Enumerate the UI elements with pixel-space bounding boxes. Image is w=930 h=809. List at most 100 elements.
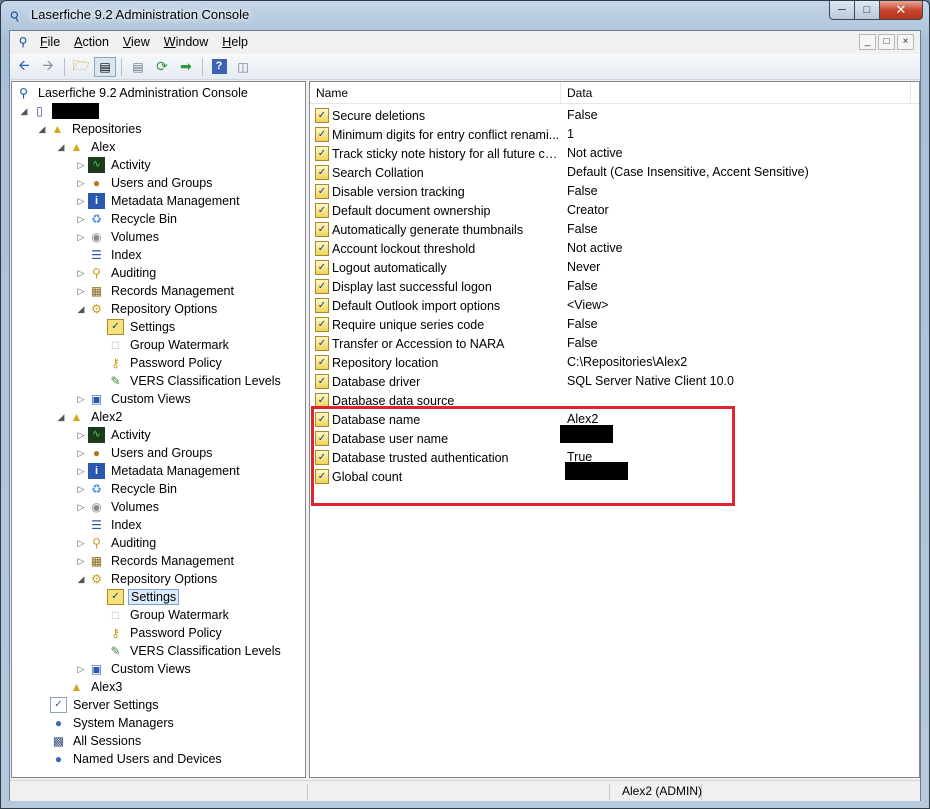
tree-item-auditing[interactable]: ▷ ⚲ Auditing: [74, 534, 158, 552]
expand-arrow-icon[interactable]: ▷: [74, 214, 88, 225]
tree-item-group-watermark[interactable]: □ Group Watermark: [107, 606, 231, 624]
expand-arrow-icon[interactable]: ▷: [74, 466, 88, 477]
tree-item-records[interactable]: ▷ ▦ Records Management: [74, 282, 236, 300]
refresh-button[interactable]: ⟳: [151, 57, 173, 77]
expand-arrow-icon[interactable]: ▷: [74, 232, 88, 243]
collapse-arrow-icon[interactable]: ◢: [54, 142, 68, 153]
tree-item-custom-views[interactable]: ▷ ▣ Custom Views: [74, 390, 193, 408]
menu-help[interactable]: Help: [215, 35, 255, 49]
tree-item-activity[interactable]: ▷ ∿ Activity: [74, 156, 153, 174]
tree-item-volumes[interactable]: ▷ ◉ Volumes: [74, 498, 161, 516]
help-button[interactable]: ?: [208, 57, 230, 77]
table-row[interactable]: ✓ Default Outlook import options <View>: [310, 296, 919, 315]
expand-arrow-icon[interactable]: ▷: [74, 196, 88, 207]
table-row[interactable]: ✓ Display last successful logon False: [310, 277, 919, 296]
maximize-button[interactable]: □: [855, 1, 880, 20]
column-header-data[interactable]: Data: [561, 82, 911, 104]
tree-server[interactable]: ◢ ▯: [17, 102, 99, 120]
collapse-arrow-icon[interactable]: ◢: [74, 304, 88, 315]
tree-all-sessions[interactable]: ▩ All Sessions: [50, 732, 143, 750]
mdi-restore-button[interactable]: □: [878, 34, 895, 50]
tree-item-custom-views[interactable]: ▷ ▣ Custom Views: [74, 660, 193, 678]
tree-item-index[interactable]: ☰ Index: [74, 516, 144, 534]
tree-item-recycle-bin[interactable]: ▷ ♻ Recycle Bin: [74, 210, 179, 228]
table-row[interactable]: ✓ Default document ownership Creator: [310, 201, 919, 220]
expand-arrow-icon[interactable]: ▷: [74, 664, 88, 675]
tree-item-password-policy[interactable]: ⚷ Password Policy: [107, 354, 224, 372]
console-tree[interactable]: ⚲ Laserfiche 9.2 Administration Console …: [11, 81, 306, 778]
tree-repositories[interactable]: ◢ ▲ Repositories: [35, 120, 143, 138]
expand-arrow-icon[interactable]: ▷: [74, 484, 88, 495]
table-row[interactable]: ✓ Repository location C:\Repositories\Alex…: [310, 353, 919, 372]
tree-item-vers[interactable]: ✎ VERS Classification Levels: [107, 642, 283, 660]
close-button[interactable]: ✕: [880, 1, 923, 20]
tree-repo-alex3[interactable]: ▲ Alex3: [68, 678, 124, 696]
expand-arrow-icon[interactable]: ▷: [74, 268, 88, 279]
minimize-button[interactable]: ─: [829, 1, 855, 20]
table-row[interactable]: ✓ Track sticky note history for all futur…: [310, 144, 919, 163]
tree-item-repository-options[interactable]: ◢ ⚙ Repository Options: [74, 570, 219, 588]
table-row[interactable]: ✓ Account lockout threshold Not active: [310, 239, 919, 258]
tree-system-managers[interactable]: ● System Managers: [50, 714, 176, 732]
collapse-arrow-icon[interactable]: ◢: [54, 412, 68, 423]
collapse-arrow-icon[interactable]: ◢: [35, 124, 49, 135]
table-row[interactable]: ✓ Require unique series code False: [310, 315, 919, 334]
settings-list-view[interactable]: Name Data ✓ Secure deletions False ✓ Minimum…: [309, 81, 920, 778]
tree-named-users[interactable]: ● Named Users and Devices: [50, 750, 224, 768]
tree-server-settings[interactable]: ✓ Server Settings: [50, 696, 160, 714]
table-row[interactable]: ✓ Transfer or Accession to NARA False: [310, 334, 919, 353]
expand-arrow-icon[interactable]: ▷: [74, 448, 88, 459]
mdi-close-button[interactable]: ×: [897, 34, 914, 50]
menu-file[interactable]: File: [33, 35, 67, 49]
export-button[interactable]: ➡: [175, 57, 197, 77]
expand-arrow-icon[interactable]: ▷: [74, 538, 88, 549]
menu-view[interactable]: View: [116, 35, 157, 49]
tree-item-settings-selected[interactable]: ✓ Settings: [107, 588, 180, 606]
expand-arrow-icon[interactable]: ▷: [74, 556, 88, 567]
tree-item-users-groups[interactable]: ▷ ● Users and Groups: [74, 444, 214, 462]
expand-arrow-icon[interactable]: ▷: [74, 160, 88, 171]
tree-item-repository-options[interactable]: ◢ ⚙ Repository Options: [74, 300, 219, 318]
properties-pane-button[interactable]: ◫: [232, 57, 254, 77]
tree-item-metadata[interactable]: ▷ i Metadata Management: [74, 192, 242, 210]
back-button[interactable]: 🡨: [13, 57, 35, 77]
tree-repo-alex2[interactable]: ◢ ▲ Alex2: [54, 408, 124, 426]
show-hide-tree-button[interactable]: ▤: [94, 56, 116, 77]
expand-arrow-icon[interactable]: ▷: [74, 502, 88, 513]
table-row[interactable]: ✓ Database driver SQL Server Native Client…: [310, 372, 919, 391]
table-row[interactable]: ✓ Automatically generate thumbnails False: [310, 220, 919, 239]
export-list-button[interactable]: ▤: [127, 57, 149, 77]
tree-item-activity[interactable]: ▷ ∿ Activity: [74, 426, 153, 444]
forward-button[interactable]: 🡪: [37, 57, 59, 77]
tree-item-password-policy[interactable]: ⚷ Password Policy: [107, 624, 224, 642]
tree-item-group-watermark[interactable]: □ Group Watermark: [107, 336, 231, 354]
tree-item-auditing[interactable]: ▷ ⚲ Auditing: [74, 264, 158, 282]
tree-item-index[interactable]: ☰ Index: [74, 246, 144, 264]
table-row[interactable]: ✓ Search Collation Default (Case Insensiti…: [310, 163, 919, 182]
mdi-minimize-button[interactable]: _: [859, 34, 876, 50]
column-header-name[interactable]: Name: [310, 82, 561, 104]
expand-arrow-icon[interactable]: ▷: [74, 430, 88, 441]
table-row[interactable]: ✓ Disable version tracking False: [310, 182, 919, 201]
tree-item-users-groups[interactable]: ▷ ● Users and Groups: [74, 174, 214, 192]
expand-arrow-icon[interactable]: ▷: [74, 178, 88, 189]
tree-item-vers[interactable]: ✎ VERS Classification Levels: [107, 372, 283, 390]
collapse-arrow-icon[interactable]: ◢: [17, 106, 31, 117]
table-row[interactable]: ✓ Secure deletions False: [310, 106, 919, 125]
expand-arrow-icon[interactable]: ▷: [74, 394, 88, 405]
table-row[interactable]: ✓ Logout automatically Never: [310, 258, 919, 277]
tree-item-metadata[interactable]: ▷ i Metadata Management: [74, 462, 242, 480]
tree-repo-alex[interactable]: ◢ ▲ Alex: [54, 138, 117, 156]
tree-item-recycle-bin[interactable]: ▷ ♻ Recycle Bin: [74, 480, 179, 498]
menu-action[interactable]: Action: [67, 35, 116, 49]
tree-root[interactable]: ⚲ Laserfiche 9.2 Administration Console: [15, 84, 250, 102]
collapse-arrow-icon[interactable]: ◢: [74, 574, 88, 585]
tree-item-volumes[interactable]: ▷ ◉ Volumes: [74, 228, 161, 246]
app-key-icon[interactable]: ⚲: [13, 35, 33, 49]
menu-window[interactable]: Window: [157, 35, 215, 49]
table-row[interactable]: ✓ Minimum digits for entry conflict renam…: [310, 125, 919, 144]
tree-item-records[interactable]: ▷ ▦ Records Management: [74, 552, 236, 570]
up-level-button[interactable]: 🗁: [70, 57, 92, 77]
tree-item-settings[interactable]: ✓ Settings: [107, 318, 177, 336]
expand-arrow-icon[interactable]: ▷: [74, 286, 88, 297]
